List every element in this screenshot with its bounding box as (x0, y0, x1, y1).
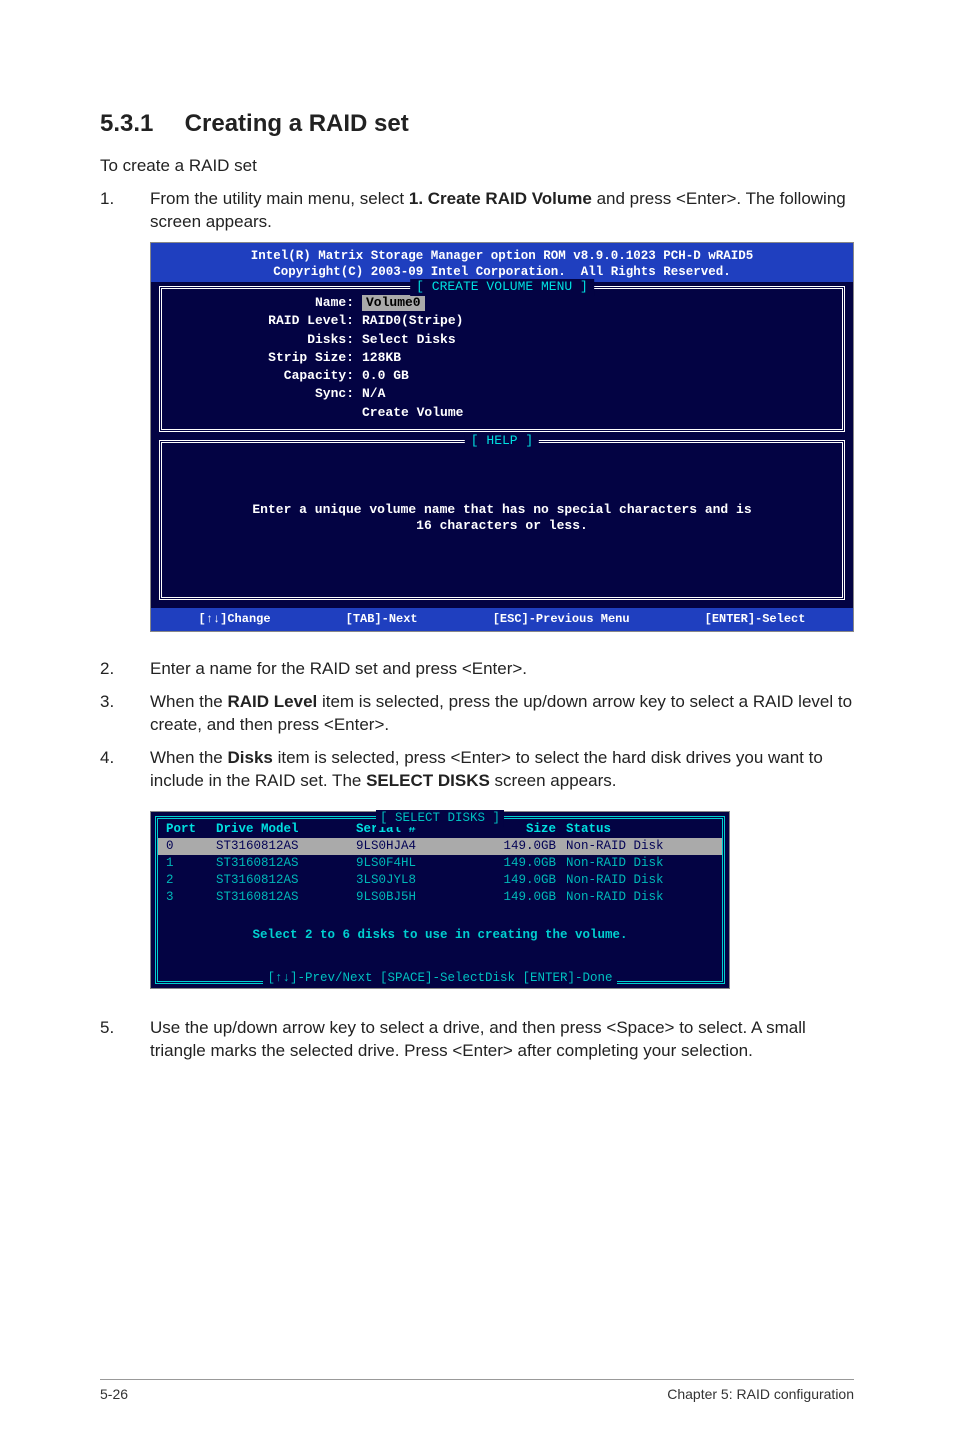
step-text: screen appears. (490, 771, 617, 790)
step-3: 3. When the RAID Level item is selected,… (100, 691, 854, 737)
key-hint: [↑↓]Change (199, 612, 271, 627)
box-title: [ SELECT DISKS ] (376, 810, 504, 827)
cell-status: Non-RAID Disk (566, 855, 714, 872)
help-text: Enter a unique volume name that has no s… (174, 502, 830, 518)
field-label: Disks: (174, 332, 354, 348)
step-text: Enter a name for the RAID set and press … (150, 658, 854, 681)
table-row[interactable]: 2 ST3160812AS 3LS0JYL8 149.0GB Non-RAID … (158, 872, 722, 889)
bios-header: Intel(R) Matrix Storage Manager option R… (151, 243, 853, 282)
create-volume-box: [ CREATE VOLUME MENU ] Name:Volume0 RAID… (159, 286, 845, 432)
table-row[interactable]: 0 ST3160812AS 9LS0HJA4 149.0GB Non-RAID … (158, 838, 722, 855)
col-port: Port (166, 821, 216, 838)
name-input[interactable]: Volume0 (362, 295, 425, 311)
capacity-value[interactable]: 0.0 GB (362, 368, 830, 384)
step-bold: Disks (228, 748, 273, 767)
cell-port: 1 (166, 855, 216, 872)
bios-header-line2: Copyright(C) 2003-09 Intel Corporation. … (273, 265, 731, 279)
key-hint: [↑↓]-Prev/Next [SPACE]-SelectDisk [ENTER… (263, 970, 616, 987)
cell-serial: 9LS0HJA4 (356, 838, 466, 855)
table-row[interactable]: 3 ST3160812AS 9LS0BJ5H 149.0GB Non-RAID … (158, 889, 722, 906)
disks-select[interactable]: Select Disks (362, 332, 830, 348)
step-4: 4. When the Disks item is selected, pres… (100, 747, 854, 1007)
step-text: Use the up/down arrow key to select a dr… (150, 1017, 854, 1063)
step-bold: 1. Create RAID Volume (409, 189, 592, 208)
box-title: [ HELP ] (465, 433, 539, 449)
step-5: 5. Use the up/down arrow key to select a… (100, 1017, 854, 1063)
field-label: Sync: (174, 386, 354, 402)
field-label: Name: (174, 295, 354, 311)
cell-port: 3 (166, 889, 216, 906)
section-title-text: Creating a RAID set (185, 110, 409, 137)
cell-model: ST3160812AS (216, 838, 356, 855)
section-heading: 5.3.1 Creating a RAID set (100, 110, 854, 138)
table-row[interactable]: 1 ST3160812AS 9LS0F4HL 149.0GB Non-RAID … (158, 855, 722, 872)
page-number: 5-26 (100, 1386, 128, 1402)
cell-model: ST3160812AS (216, 855, 356, 872)
key-hint: [ENTER]-Select (705, 612, 806, 627)
step-bold: RAID Level (228, 692, 318, 711)
raid-level-select[interactable]: RAID0(Stripe) (362, 313, 830, 329)
step-number: 3. (100, 691, 150, 737)
bios-select-disks-screen: [ SELECT DISKS ] Port Drive Model Serial… (150, 811, 730, 989)
cell-size: 149.0GB (466, 838, 566, 855)
footer-rule (100, 1379, 854, 1380)
section-number: 5.3.1 (100, 110, 178, 138)
cell-serial: 9LS0F4HL (356, 855, 466, 872)
bios-create-volume-screen: Intel(R) Matrix Storage Manager option R… (150, 242, 854, 633)
field-label: Capacity: (174, 368, 354, 384)
cell-status: Non-RAID Disk (566, 838, 714, 855)
col-status: Status (566, 821, 714, 838)
cell-port: 2 (166, 872, 216, 889)
field-label: RAID Level: (174, 313, 354, 329)
step-text: When the (150, 692, 228, 711)
col-model: Drive Model (216, 821, 356, 838)
cell-model: ST3160812AS (216, 872, 356, 889)
step-text: From the utility main menu, select (150, 189, 409, 208)
cell-model: ST3160812AS (216, 889, 356, 906)
strip-size-select[interactable]: 128KB (362, 350, 830, 366)
step-number: 1. (100, 188, 150, 648)
step-bold: SELECT DISKS (366, 771, 490, 790)
create-volume-action[interactable]: Create Volume (362, 405, 830, 421)
sync-value: N/A (362, 386, 830, 402)
key-hint: [TAB]-Next (346, 612, 418, 627)
select-disks-msg: Select 2 to 6 disks to use in creating t… (158, 927, 722, 944)
box-title: [ CREATE VOLUME MENU ] (410, 279, 594, 295)
step-1: 1. From the utility main menu, select 1.… (100, 188, 854, 648)
bios-header-line1: Intel(R) Matrix Storage Manager option R… (251, 249, 754, 263)
cell-size: 149.0GB (466, 872, 566, 889)
cell-serial: 3LS0JYL8 (356, 872, 466, 889)
field-label: Strip Size: (174, 350, 354, 366)
intro-text: To create a RAID set (100, 156, 854, 176)
cell-size: 149.0GB (466, 855, 566, 872)
step-number: 2. (100, 658, 150, 681)
step-number: 5. (100, 1017, 150, 1063)
field-label (174, 405, 354, 421)
help-box: [ HELP ] Enter a unique volume name that… (159, 440, 845, 601)
select-disks-box: [ SELECT DISKS ] Port Drive Model Serial… (155, 816, 725, 984)
step-text: When the (150, 748, 228, 767)
help-text: 16 characters or less. (174, 518, 830, 534)
cell-status: Non-RAID Disk (566, 889, 714, 906)
cell-size: 149.0GB (466, 889, 566, 906)
chapter-label: Chapter 5: RAID configuration (667, 1386, 854, 1402)
key-hint: [ESC]-Previous Menu (493, 612, 630, 627)
page-footer: 5-26 Chapter 5: RAID configuration (100, 1386, 854, 1402)
cell-serial: 9LS0BJ5H (356, 889, 466, 906)
bios-key-footer: [↑↓]Change [TAB]-Next [ESC]-Previous Men… (151, 608, 853, 631)
step-2: 2. Enter a name for the RAID set and pre… (100, 658, 854, 681)
cell-status: Non-RAID Disk (566, 872, 714, 889)
cell-port: 0 (166, 838, 216, 855)
step-number: 4. (100, 747, 150, 1007)
